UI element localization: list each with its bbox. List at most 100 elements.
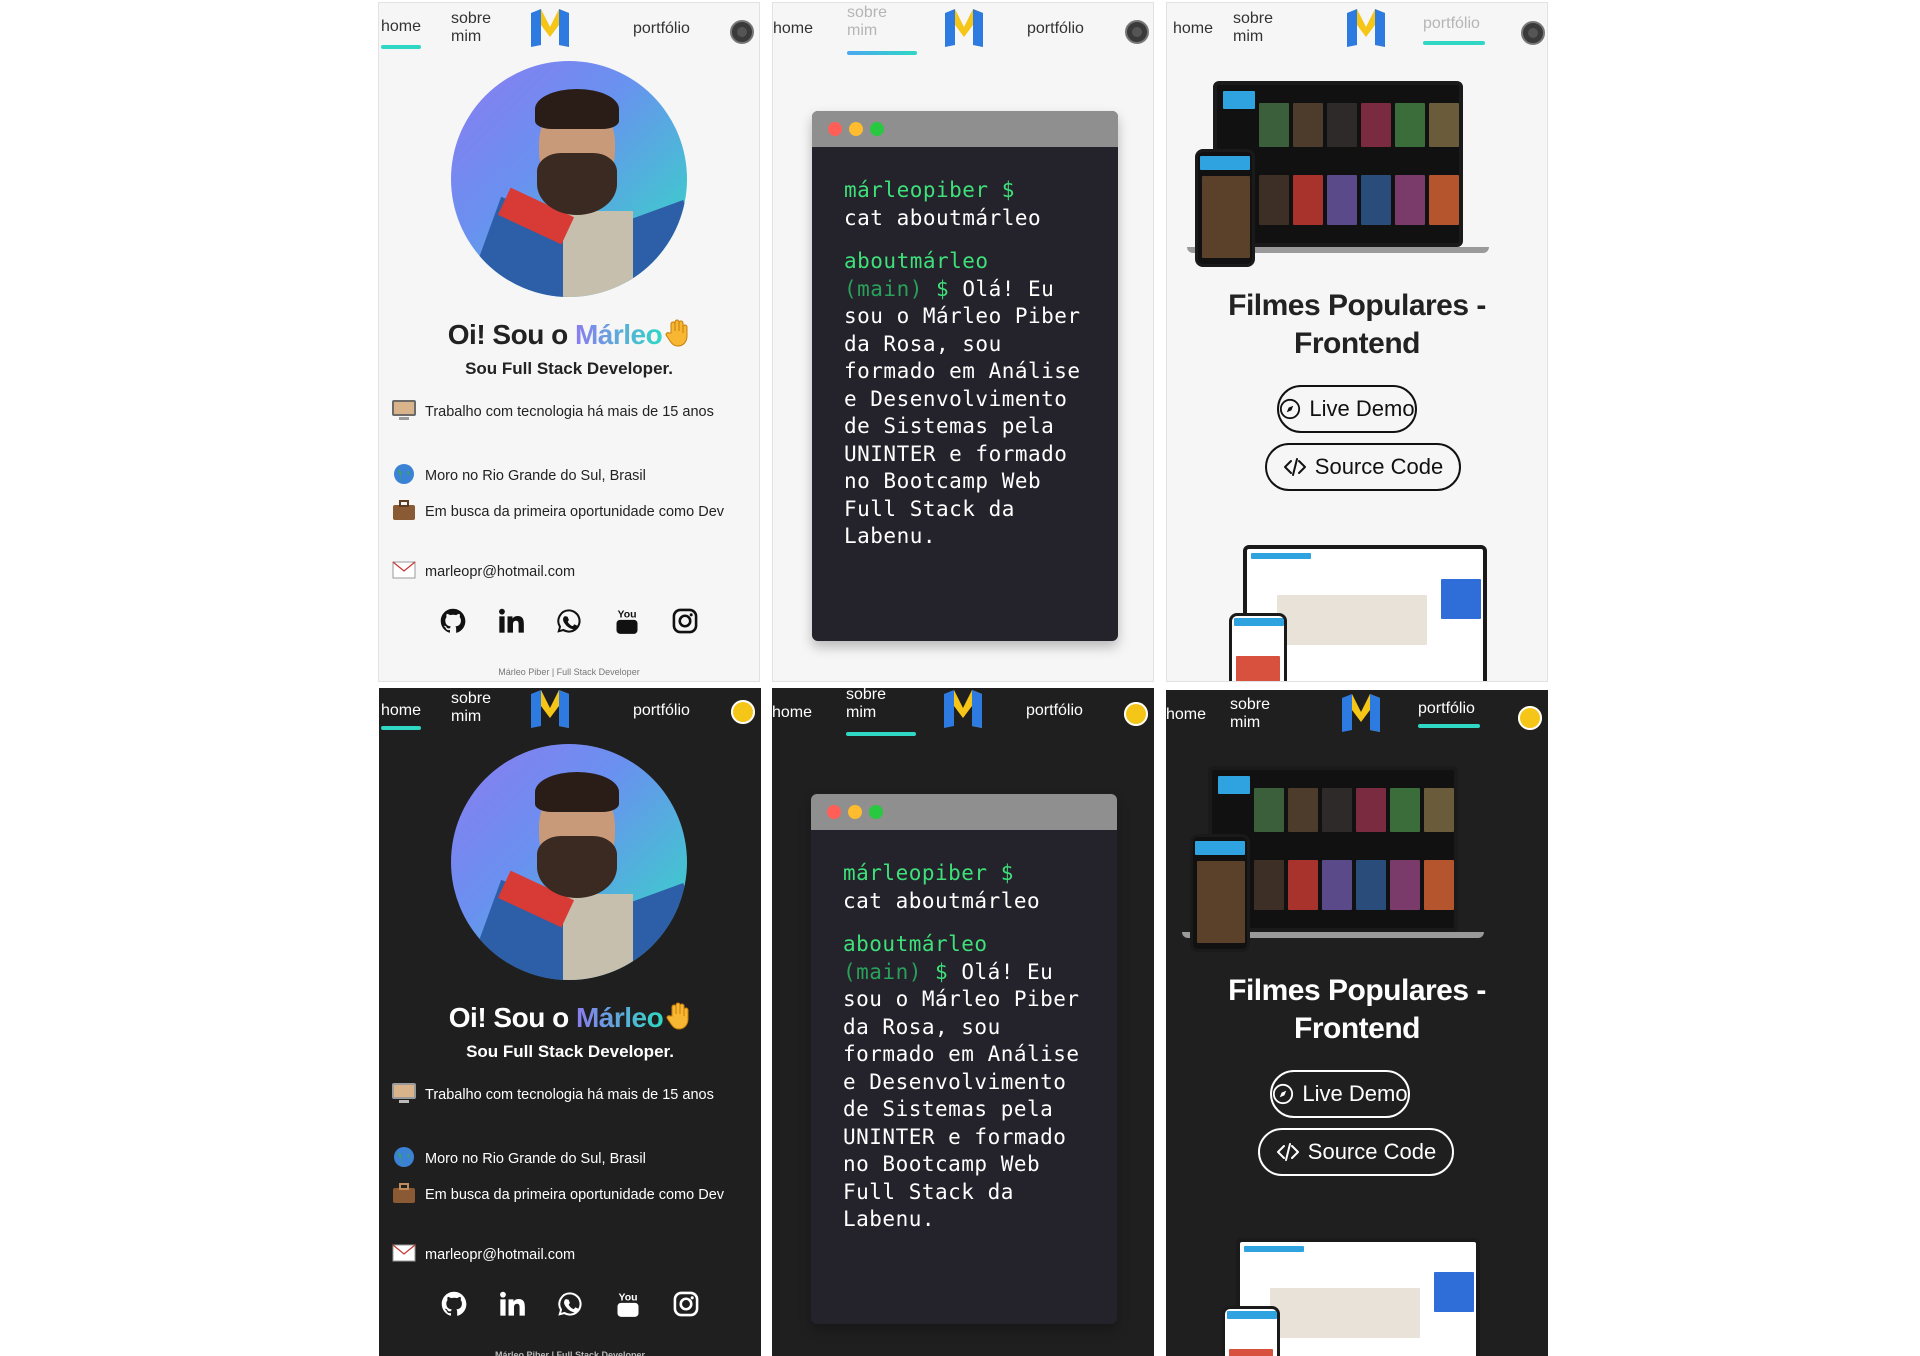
- nav-about-link[interactable]: sobre mim: [846, 688, 886, 722]
- home-panel-light: home sobre mim portfólio Oi! Sou o Márleo…: [378, 2, 760, 682]
- compass-icon: [1279, 398, 1301, 420]
- info-item: marleopr@hotmail.com: [391, 559, 747, 583]
- instagram-icon[interactable]: [671, 607, 699, 635]
- nav-about-line2: mim: [847, 22, 878, 39]
- logo-icon[interactable]: [529, 688, 571, 730]
- logo-icon[interactable]: [942, 688, 984, 730]
- live-demo-button[interactable]: Live Demo: [1270, 1070, 1410, 1118]
- instagram-icon[interactable]: [672, 1290, 700, 1318]
- live-demo-label: Live Demo: [1309, 396, 1415, 421]
- compass-icon: [1272, 1083, 1294, 1105]
- source-code-button[interactable]: Source Code: [1265, 443, 1461, 491]
- home-panel-dark: home sobre mim portfólio Oi! Sou o Márleo…: [379, 688, 761, 1356]
- greeting-heading: Oi! Sou o Márleo: [379, 1002, 761, 1034]
- source-code-button[interactable]: Source Code: [1258, 1128, 1454, 1176]
- greeting-heading: Oi! Sou o Márleo: [379, 319, 759, 351]
- theme-toggle-icon[interactable]: [731, 700, 755, 724]
- info-text: Trabalho com tecnologia há mais de 15 an…: [425, 404, 714, 420]
- info-text: Moro no Rio Grande do Sul, Brasil: [425, 468, 646, 484]
- info-item: Trabalho com tecnologia há mais de 15 an…: [391, 1082, 747, 1106]
- code-icon: [1283, 455, 1307, 479]
- waving-hand-icon: [665, 1002, 691, 1030]
- github-icon[interactable]: [440, 1290, 468, 1318]
- terminal-about-text: Olá! Eu sou o Márleo Piber da Rosa, sou …: [843, 959, 1080, 1232]
- terminal-body: márleopiber $ cat aboutmárleo aboutmárleo…: [811, 830, 1117, 1234]
- theme-toggle-icon[interactable]: [730, 20, 754, 44]
- terminal-command: cat aboutmárleo: [844, 205, 1042, 230]
- nav-about-line2: mim: [451, 708, 482, 725]
- navbar: home sobre mim portfólio: [379, 3, 759, 61]
- terminal-window: márleopiber $ cat aboutmárleo aboutmárleo…: [811, 794, 1117, 1324]
- nav-about-link[interactable]: sobre mim: [847, 4, 887, 40]
- footer-text: Márleo Piber | Full Stack Developer: [494, 1350, 646, 1356]
- globe-emoji-icon: [394, 464, 414, 484]
- source-code-label: Source Code: [1307, 1139, 1437, 1164]
- nav-portfolio-link[interactable]: portfólio: [1027, 20, 1084, 38]
- nav-home-link[interactable]: home: [772, 704, 812, 722]
- briefcase-emoji-icon: [393, 500, 415, 520]
- terminal-dollar: $: [935, 959, 949, 984]
- nav-home-link[interactable]: home: [381, 18, 421, 36]
- computer-emoji-icon: [392, 400, 416, 420]
- whatsapp-icon[interactable]: [556, 1290, 584, 1318]
- nav-about-link[interactable]: sobre mim: [451, 690, 491, 726]
- info-text: Moro no Rio Grande do Sul, Brasil: [425, 1151, 646, 1167]
- social-links: [379, 607, 759, 635]
- nav-about-link[interactable]: sobre mim: [451, 10, 491, 46]
- info-text[interactable]: marleopr@hotmail.com: [425, 564, 575, 580]
- about-panel-dark: home sobre mim portfólio márleopiber $ cat…: [772, 688, 1154, 1356]
- envelope-emoji-icon: [392, 1244, 416, 1262]
- project-card: Filmes Populares - Frontend Live Demo So…: [1166, 690, 1548, 1356]
- active-tab-underline: [381, 726, 421, 730]
- portfolio-panel-dark: home sobre mim portfólio Filmes Populare…: [1166, 690, 1548, 1356]
- active-tab-underline: [846, 732, 916, 736]
- code-icon: [1276, 1140, 1300, 1164]
- terminal-body: márleopiber $ cat aboutmárleo aboutmárleo…: [812, 147, 1118, 551]
- nav-home-link[interactable]: home: [381, 702, 421, 720]
- theme-toggle-icon[interactable]: [1124, 702, 1148, 726]
- info-text: Em busca da primeira oportunidade como D…: [425, 1187, 725, 1203]
- youtube-icon[interactable]: [614, 1290, 642, 1318]
- source-code-label: Source Code: [1314, 454, 1444, 479]
- terminal-branch: (main): [844, 276, 923, 301]
- nav-portfolio-link[interactable]: portfólio: [1026, 702, 1083, 720]
- info-text[interactable]: marleopr@hotmail.com: [425, 1247, 575, 1263]
- logo-icon[interactable]: [529, 7, 571, 49]
- briefcase-emoji-icon: [393, 1183, 415, 1203]
- info-text: Trabalho com tecnologia há mais de 15 an…: [425, 1087, 714, 1103]
- maximize-dot-icon: [870, 122, 884, 136]
- terminal-prompt: márleopiber $: [843, 861, 1014, 885]
- nav-about-line1: sobre: [847, 4, 888, 21]
- nav-portfolio-link[interactable]: portfólio: [633, 702, 690, 720]
- close-dot-icon: [827, 805, 841, 819]
- live-demo-label: Live Demo: [1302, 1081, 1408, 1106]
- profile-avatar: [451, 744, 687, 980]
- linkedin-icon[interactable]: [497, 607, 525, 635]
- nav-home-link[interactable]: home: [773, 20, 813, 38]
- github-icon[interactable]: [439, 607, 467, 635]
- info-text: Em busca da primeira oportunidade como D…: [425, 504, 725, 520]
- computer-emoji-icon: [392, 1083, 416, 1103]
- role-subtitle: Sou Full Stack Developer.: [465, 359, 673, 378]
- info-item: marleopr@hotmail.com: [391, 1242, 747, 1266]
- project-title: Filmes Populares - Frontend: [1228, 289, 1486, 360]
- linkedin-icon[interactable]: [498, 1290, 526, 1318]
- envelope-emoji-icon: [392, 561, 416, 579]
- whatsapp-icon[interactable]: [555, 607, 583, 635]
- greeting-name: Márleo: [574, 319, 663, 350]
- role-subtitle: Sou Full Stack Developer.: [466, 1042, 674, 1061]
- theme-toggle-icon[interactable]: [1125, 20, 1149, 44]
- nav-about-line2: mim: [846, 704, 877, 721]
- about-panel-light: home sobre mim portfólio márleopiber $ cat…: [772, 2, 1154, 682]
- greeting-prefix: Oi! Sou o: [448, 1002, 569, 1033]
- waving-hand-icon: [664, 319, 690, 347]
- greeting-prefix: Oi! Sou o: [447, 319, 568, 350]
- profile-avatar: [451, 61, 687, 297]
- footer-text: Márleo Piber | Full Stack Developer: [498, 667, 640, 677]
- live-demo-button[interactable]: Live Demo: [1277, 385, 1417, 433]
- project-title: Filmes Populares - Frontend: [1228, 974, 1486, 1045]
- logo-icon[interactable]: [943, 7, 985, 49]
- youtube-icon[interactable]: [613, 607, 641, 635]
- nav-portfolio-link[interactable]: portfólio: [633, 20, 690, 38]
- info-item: Moro no Rio Grande do Sul, Brasil: [391, 463, 747, 487]
